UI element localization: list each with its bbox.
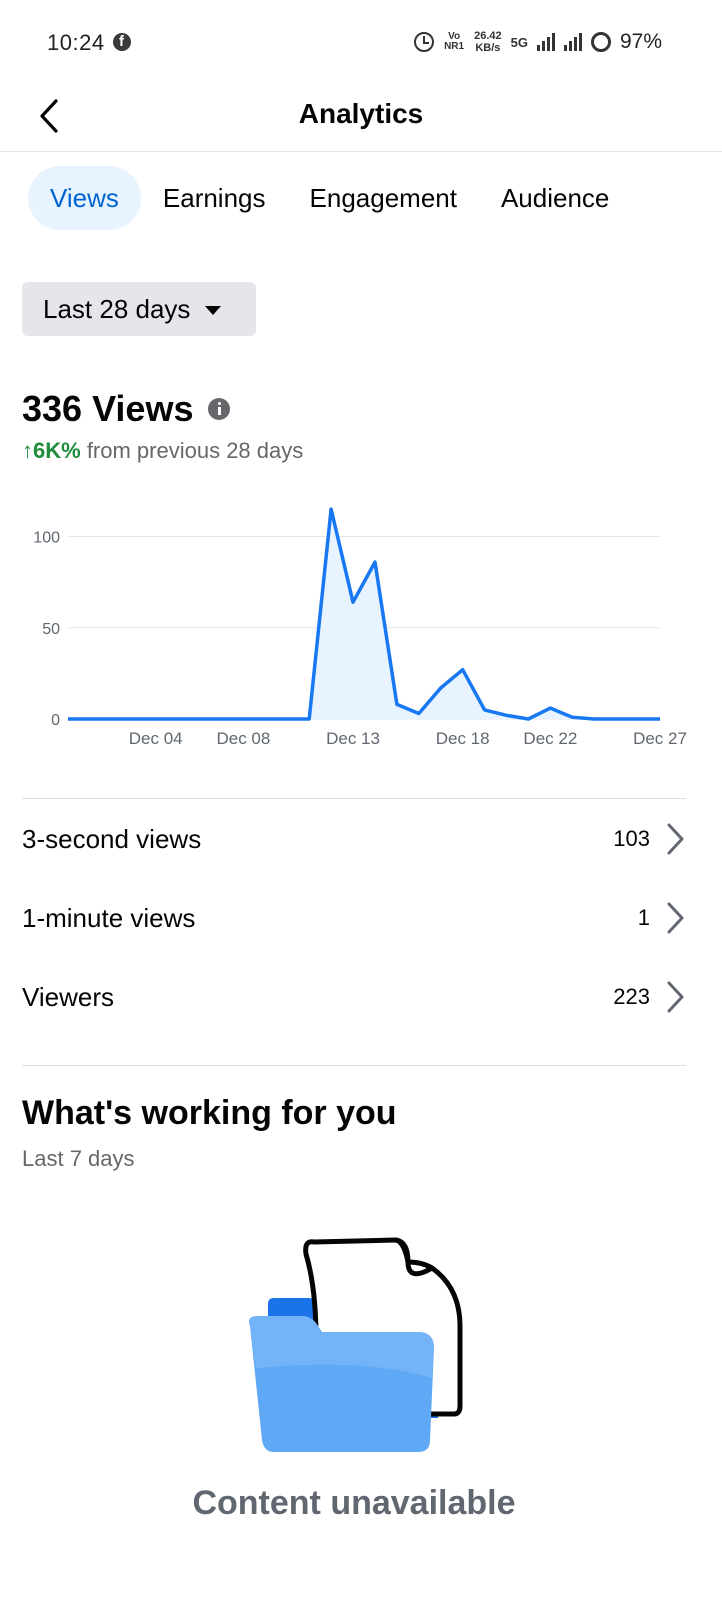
alarm-icon (414, 32, 435, 52)
x-tick-label: Dec 27 (633, 729, 687, 748)
date-range-label: Last 28 days (43, 293, 191, 324)
app-header: Analytics (0, 84, 722, 152)
battery-icon (590, 32, 611, 52)
views-chart-svg: 0 50 100 Dec 04 Dec 08 Dec 13 Dec 18 Dec 22 Dec … (33, 507, 687, 748)
chevron-right-icon (667, 981, 684, 1013)
status-time: 10:24 (47, 30, 105, 55)
y-tick-label: 50 (42, 621, 60, 638)
signal-icon-1 (536, 33, 555, 51)
x-tick-label: Dec 18 (436, 729, 490, 748)
x-tick-label: Dec 13 (326, 729, 380, 748)
y-tick-label: 100 (33, 530, 60, 547)
section-title: What's working for you (22, 1094, 397, 1132)
metric-value: 223 (613, 984, 650, 1009)
metric-row-viewers[interactable]: Viewers 223 (22, 957, 686, 1037)
signal-icon-2 (563, 33, 582, 51)
speed-unit: KB/s (475, 42, 501, 54)
tab-bar: Views Earnings Engagement Audience (28, 166, 631, 230)
views-change: ↑6K% from previous 28 days (22, 438, 303, 464)
views-chart: 0 50 100 Dec 04 Dec 08 Dec 13 Dec 18 Dec 22 Dec … (0, 500, 722, 760)
metric-row-1-minute-views[interactable]: 1-minute views 1 (22, 878, 686, 958)
change-text: from previous 28 days (86, 438, 304, 463)
y-tick-label: 0 (51, 712, 60, 729)
chevron-right-icon (667, 902, 684, 934)
metric-label: 3-second views (22, 823, 202, 854)
network-type: 5G (510, 34, 528, 50)
metric-label: 1-minute views (22, 902, 196, 933)
status-bar: 10:24 Vo NR1 26.42 KB/s 5G 97% (0, 0, 722, 84)
tab-audience[interactable]: Audience (479, 166, 631, 230)
change-value: ↑6K% (22, 438, 81, 463)
network-speed: 26.42 KB/s (474, 30, 502, 54)
date-range-dropdown[interactable]: Last 28 days (22, 282, 256, 336)
empty-state-title: Content unavailable (192, 1484, 516, 1522)
battery-percent: 97% (619, 30, 662, 53)
caret-down-icon (205, 305, 222, 315)
metric-value: 103 (613, 826, 650, 851)
info-icon[interactable] (208, 398, 231, 420)
divider (22, 1065, 686, 1066)
metric-row-3-second-views[interactable]: 3-second views 103 (22, 799, 686, 879)
chevron-right-icon (667, 823, 684, 855)
tab-engagement[interactable]: Engagement (288, 166, 479, 230)
facebook-icon (113, 33, 131, 51)
views-summary: 336 Views (22, 388, 231, 430)
status-indicators: Vo NR1 26.42 KB/s 5G 97% (414, 28, 662, 56)
views-total: 336 Views (22, 388, 194, 429)
section-subtitle: Last 7 days (22, 1146, 135, 1171)
x-tick-label: Dec 22 (523, 729, 577, 748)
x-tick-label: Dec 08 (216, 729, 270, 748)
volte-icon: Vo NR1 (443, 32, 465, 52)
folder-document-icon (249, 1237, 463, 1452)
tab-earnings[interactable]: Earnings (141, 166, 288, 230)
x-tick-label: Dec 04 (129, 729, 183, 748)
metric-label: Viewers (22, 981, 115, 1012)
page-title: Analytics (298, 98, 424, 129)
metric-value: 1 (637, 905, 650, 930)
speed-value: 26.42 (474, 30, 502, 42)
views-area (68, 509, 660, 719)
volte-bottom: NR1 (444, 41, 465, 52)
tab-views[interactable]: Views (28, 166, 141, 230)
